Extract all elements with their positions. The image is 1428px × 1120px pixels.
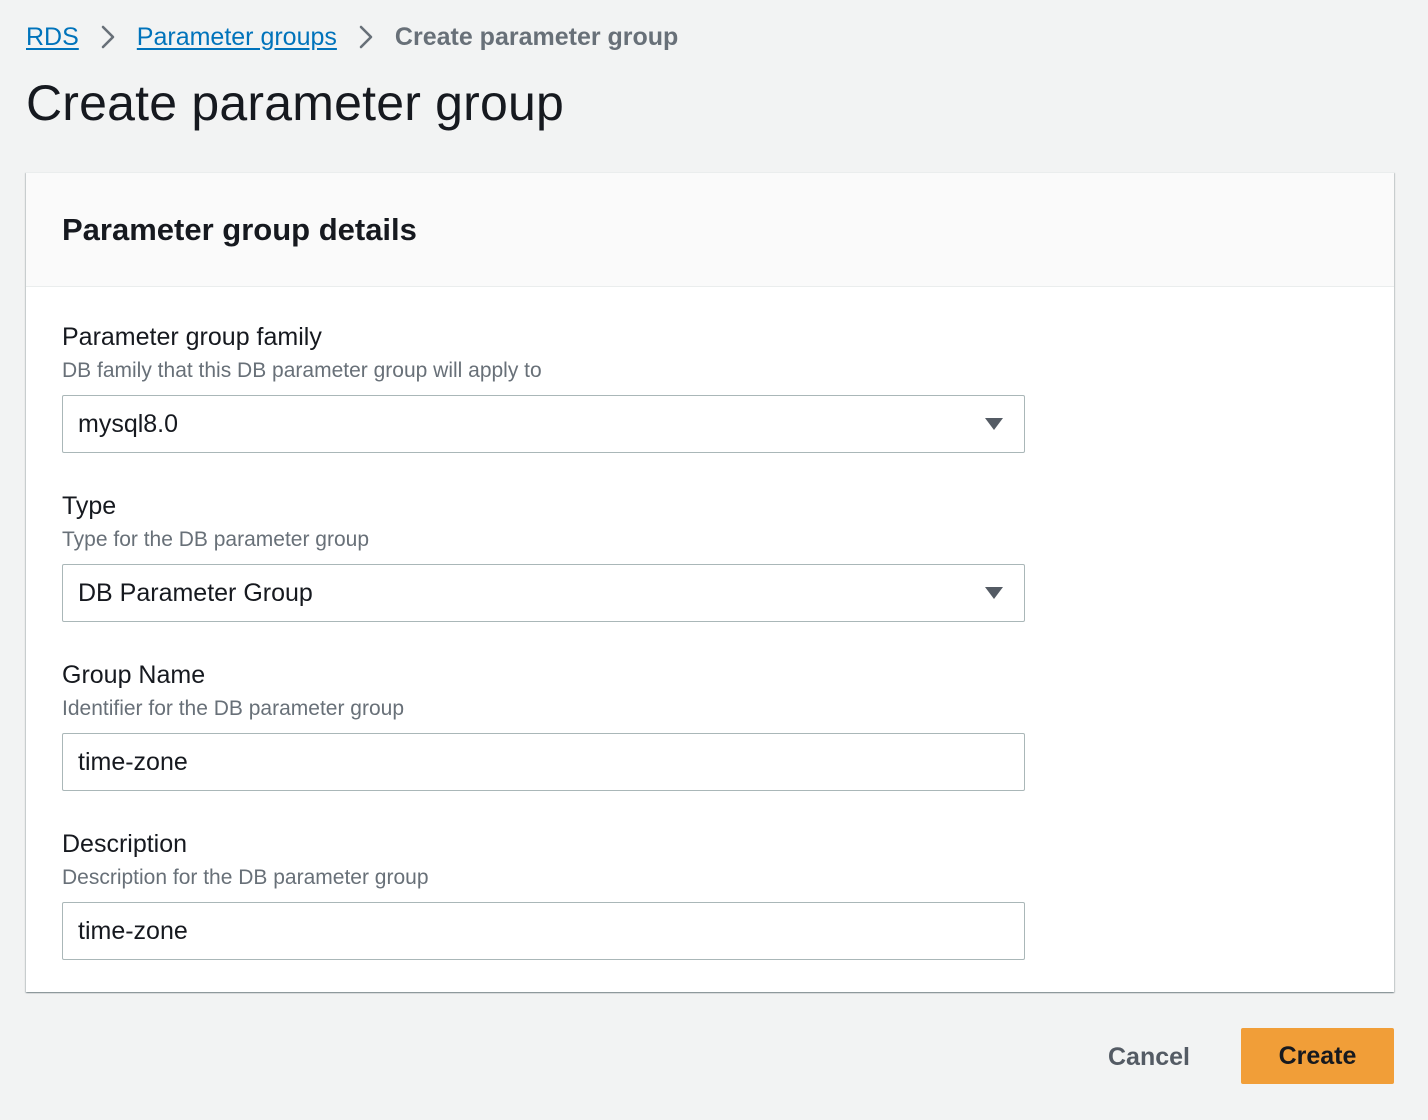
breadcrumb-current: Create parameter group (394, 22, 679, 51)
description-input[interactable]: time-zone (62, 902, 1025, 960)
description-input-value: time-zone (78, 916, 188, 945)
group-name-description: Identifier for the DB parameter group (62, 697, 405, 720)
group-name-label: Group Name (62, 661, 206, 689)
breadcrumb-link-parameter-groups[interactable]: Parameter groups (137, 23, 337, 52)
family-field: Parameter group family DB family that th… (62, 321, 1025, 453)
family-select-value: mysql8.0 (78, 409, 179, 438)
description-label: Description (62, 830, 188, 858)
panel-title: Parameter group details (62, 211, 417, 247)
type-description: Type for the DB parameter group (62, 528, 369, 551)
description-field: Description Description for the DB param… (62, 828, 1025, 960)
description-description: Description for the DB parameter group (62, 866, 429, 889)
chevron-right-icon (337, 20, 395, 54)
group-name-input-value: time-zone (78, 747, 188, 776)
family-label: Parameter group family (62, 323, 322, 351)
breadcrumb-link-rds[interactable]: RDS (26, 23, 79, 52)
type-select[interactable]: DB Parameter Group (62, 564, 1025, 622)
family-description: DB family that this DB parameter group w… (62, 359, 542, 382)
panel-header: Parameter group details (26, 173, 1394, 287)
page-title: Create parameter group (26, 75, 565, 131)
type-select-value: DB Parameter Group (78, 578, 313, 607)
group-name-field: Group Name Identifier for the DB paramet… (62, 659, 1025, 791)
create-button[interactable]: Create (1241, 1028, 1394, 1084)
caret-down-icon (984, 416, 1004, 432)
breadcrumb: RDS Parameter groups Create parameter gr… (26, 20, 678, 54)
parameter-group-details-panel: Parameter group details Parameter group … (26, 172, 1394, 992)
page: RDS Parameter groups Create parameter gr… (0, 0, 1428, 1120)
group-name-input[interactable]: time-zone (62, 733, 1025, 791)
chevron-right-icon (79, 20, 137, 54)
caret-down-icon (984, 585, 1004, 601)
type-label: Type (62, 492, 117, 520)
family-select[interactable]: mysql8.0 (62, 395, 1025, 453)
cancel-button[interactable]: Cancel (1088, 1030, 1210, 1084)
type-field: Type Type for the DB parameter group DB … (62, 490, 1025, 622)
